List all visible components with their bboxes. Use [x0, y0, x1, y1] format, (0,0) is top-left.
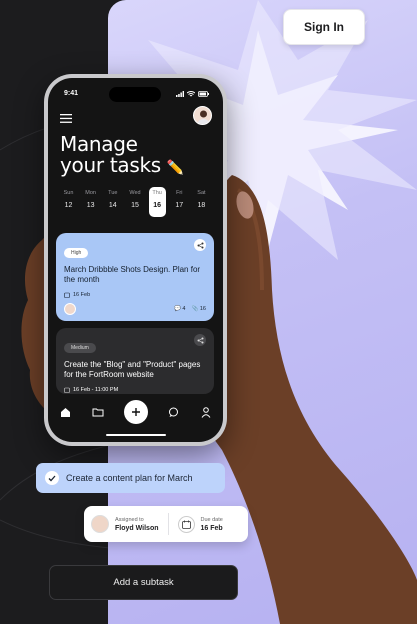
task-title: March Dribbble Shots Design. Plan for th… — [64, 265, 201, 284]
bottom-nav — [58, 400, 213, 424]
day-sun[interactable]: Sun 12 — [60, 190, 77, 217]
signal-icon — [176, 90, 184, 97]
profile-icon[interactable] — [199, 405, 213, 419]
home-indicator — [106, 433, 166, 436]
due-block: Due date 16 Feb — [201, 517, 223, 532]
title-line-1: Manage — [60, 132, 138, 156]
title-line-2: your tasks — [60, 153, 161, 177]
sign-in-button[interactable]: Sign In — [283, 9, 365, 45]
task-pill-label: Create a content plan for March — [66, 473, 193, 483]
pencil-icon: ✏️ — [166, 160, 185, 176]
status-icons — [176, 90, 209, 97]
due-label: Due date — [200, 516, 223, 523]
task-card-medium[interactable]: Medium Create the "Blog" and "Product" p… — [56, 328, 214, 394]
task-title: Create the "Blog" and "Product" pages fo… — [64, 360, 201, 379]
wifi-icon — [187, 90, 195, 96]
week-strip: Sun 12 Mon 13 Tue 14 Wed 15 Thu 16 Fri 17 Sat 1… — [60, 187, 210, 217]
day-wed[interactable]: Wed 15 — [126, 190, 143, 217]
chat-icon[interactable] — [166, 405, 180, 419]
priority-badge: High — [64, 248, 89, 258]
day-sat[interactable]: Sat 18 — [193, 190, 210, 217]
day-tue[interactable]: Tue 14 — [104, 190, 121, 217]
day-fri[interactable]: Fri 17 — [171, 190, 188, 217]
assignee-name: Floyd Wilson — [115, 524, 159, 532]
status-bar: 9:41 — [64, 90, 209, 97]
share-icon[interactable] — [194, 334, 206, 346]
home-icon[interactable] — [58, 405, 72, 419]
calendar-icon — [64, 387, 70, 393]
day-thu-selected[interactable]: Thu 16 — [148, 187, 166, 217]
share-icon[interactable] — [194, 239, 206, 251]
phone-screen: 9:41 Manage your tasks ✏️ Sun 12 Mon 13 Tu… — [48, 78, 223, 442]
assigned-label: Assigned to — [115, 516, 144, 523]
task-meta: 💬 4 📎 16 — [64, 303, 206, 315]
scene: Sign In 9:41 Manage your tasks ✏️ Sun 12… — [0, 0, 417, 624]
priority-badge: Medium — [64, 343, 96, 353]
phone-mockup: 9:41 Manage your tasks ✏️ Sun 12 Mon 13 Tu… — [44, 74, 227, 446]
attachment-count: 📎 16 — [191, 306, 206, 312]
day-mon[interactable]: Mon 13 — [82, 190, 99, 217]
calendar-icon — [64, 292, 70, 298]
page-title: Manage your tasks ✏️ — [60, 134, 184, 179]
task-pill[interactable]: Create a content plan for March — [36, 463, 225, 493]
battery-icon — [198, 90, 209, 97]
task-date: 16 Feb - 11:00 PM — [64, 387, 206, 393]
assignee-block: Assigned to Floyd Wilson — [115, 517, 159, 532]
task-date: 16 Feb — [64, 292, 206, 298]
assignee-avatar — [64, 303, 76, 315]
folder-icon[interactable] — [91, 405, 105, 419]
divider — [167, 513, 169, 535]
task-card-high[interactable]: High March Dribbble Shots Design. Plan f… — [56, 233, 214, 321]
comment-count: 💬 4 — [174, 306, 186, 312]
menu-icon[interactable] — [60, 114, 72, 123]
add-subtask-button[interactable]: Add a subtask — [49, 565, 238, 600]
calendar-icon — [177, 515, 195, 533]
assignee-avatar — [91, 515, 109, 533]
due-value: 16 Feb — [200, 524, 223, 532]
status-time: 9:41 — [64, 90, 79, 97]
profile-avatar[interactable] — [193, 106, 212, 125]
assignment-card: Assigned to Floyd Wilson Due date 16 Feb — [84, 506, 248, 542]
add-task-button[interactable] — [123, 400, 148, 424]
check-icon[interactable] — [45, 471, 59, 485]
